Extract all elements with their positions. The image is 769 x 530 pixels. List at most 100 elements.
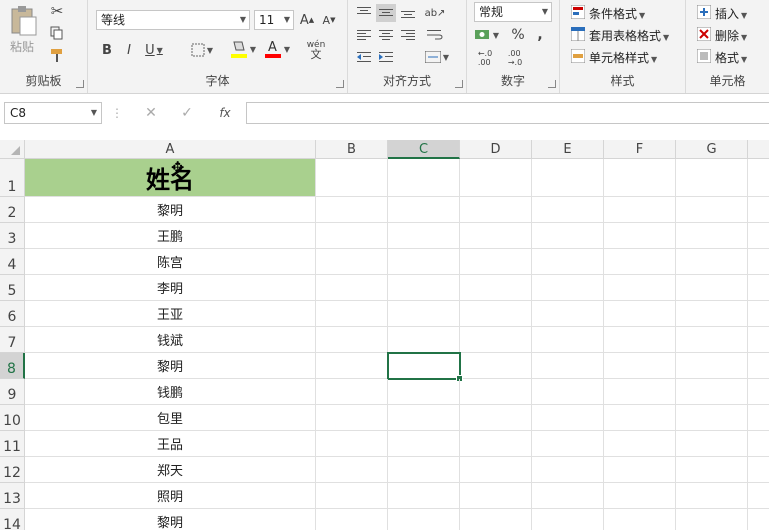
cell-h8[interactable] <box>748 353 769 379</box>
cell-h1[interactable] <box>748 159 769 197</box>
cell-d7[interactable] <box>460 327 532 353</box>
cell-c1[interactable] <box>388 159 460 197</box>
cell-c4[interactable] <box>388 249 460 275</box>
bold-icon[interactable]: B <box>98 40 116 60</box>
cell-d9[interactable] <box>460 379 532 405</box>
cell-c13[interactable] <box>388 483 460 509</box>
cell-e14[interactable] <box>532 509 604 530</box>
row-header-3[interactable]: 3 <box>0 223 25 249</box>
align-center-icon[interactable] <box>376 26 396 44</box>
cell-d2[interactable] <box>460 197 532 223</box>
wrap-text-icon[interactable] <box>424 26 446 44</box>
select-all-corner[interactable] <box>0 140 25 159</box>
cell-h9[interactable] <box>748 379 769 405</box>
format-painter-icon[interactable] <box>48 46 66 64</box>
alignment-launcher-icon[interactable] <box>455 80 463 88</box>
cell-b13[interactable] <box>316 483 388 509</box>
cell-b1[interactable] <box>316 159 388 197</box>
more-options-icon[interactable]: ⋮ <box>111 104 123 122</box>
shrink-font-icon[interactable]: A ▼ <box>320 10 338 30</box>
cell-f7[interactable] <box>604 327 676 353</box>
cell-e8[interactable] <box>532 353 604 379</box>
font-color-icon[interactable]: A ▼ <box>262 38 292 60</box>
cell-b9[interactable] <box>316 379 388 405</box>
phonetic-guide-icon[interactable]: wén 文 <box>302 38 330 62</box>
cell-h2[interactable] <box>748 197 769 223</box>
cell-f12[interactable] <box>604 457 676 483</box>
number-launcher-icon[interactable] <box>548 80 556 88</box>
cell-c2[interactable] <box>388 197 460 223</box>
cell-c9[interactable] <box>388 379 460 405</box>
cell-d8[interactable] <box>460 353 532 379</box>
cell-styles-icon[interactable] <box>570 48 586 64</box>
cell-e11[interactable] <box>532 431 604 457</box>
cell-f9[interactable] <box>604 379 676 405</box>
cell-b6[interactable] <box>316 301 388 327</box>
cell-e3[interactable] <box>532 223 604 249</box>
grow-font-icon[interactable]: A ▲ <box>298 10 316 30</box>
cell-e5[interactable] <box>532 275 604 301</box>
conditional-formatting-button[interactable]: 条件格式 ▼ <box>589 5 645 22</box>
column-header-c[interactable]: C <box>388 140 460 159</box>
cell-g1[interactable] <box>676 159 748 197</box>
cell-d3[interactable] <box>460 223 532 249</box>
delete-cells-button[interactable]: 删除 ▼ <box>715 27 747 44</box>
cell-b4[interactable] <box>316 249 388 275</box>
column-header-b[interactable]: B <box>316 140 388 159</box>
worksheet-grid[interactable]: A B C D E F G 1 姓名 2 黎明 3 王鹏 4 陈宫 5 李明 6 王亚 7 钱斌 8 黎明 9 钱鹏 10 包里 11… <box>0 140 769 530</box>
cell-e2[interactable] <box>532 197 604 223</box>
name-cell[interactable]: 钱斌 <box>25 327 316 353</box>
align-top-icon[interactable] <box>354 4 374 22</box>
number-format-select[interactable]: 常规 ▼ <box>474 2 552 22</box>
row-header-5[interactable]: 5 <box>0 275 25 301</box>
cell-f10[interactable] <box>604 405 676 431</box>
cell-f2[interactable] <box>604 197 676 223</box>
percent-style-icon[interactable]: % <box>509 26 527 44</box>
cell-c5[interactable] <box>388 275 460 301</box>
cell-h5[interactable] <box>748 275 769 301</box>
cell-f6[interactable] <box>604 301 676 327</box>
format-cells-icon[interactable] <box>696 48 712 64</box>
name-box[interactable]: C8 ▼ <box>4 102 102 124</box>
cell-h6[interactable] <box>748 301 769 327</box>
name-cell[interactable]: 李明 <box>25 275 316 301</box>
copy-icon[interactable] <box>48 24 66 42</box>
insert-cells-button[interactable]: 插入 ▼ <box>715 5 747 22</box>
cell-d6[interactable] <box>460 301 532 327</box>
cell-e10[interactable] <box>532 405 604 431</box>
row-header-14[interactable]: 14 <box>0 509 25 530</box>
cell-b2[interactable] <box>316 197 388 223</box>
column-header-stub[interactable] <box>748 140 769 159</box>
cell-c11[interactable] <box>388 431 460 457</box>
cell-h12[interactable] <box>748 457 769 483</box>
cell-h11[interactable] <box>748 431 769 457</box>
cell-e6[interactable] <box>532 301 604 327</box>
cell-g7[interactable] <box>676 327 748 353</box>
cell-d14[interactable] <box>460 509 532 530</box>
accounting-format-icon[interactable]: ▼ <box>473 26 501 44</box>
conditional-formatting-icon[interactable] <box>570 4 586 20</box>
name-cell[interactable]: 黎明 <box>25 509 316 530</box>
cell-b14[interactable] <box>316 509 388 530</box>
cell-h14[interactable] <box>748 509 769 530</box>
cell-f14[interactable] <box>604 509 676 530</box>
cell-d12[interactable] <box>460 457 532 483</box>
cell-c7[interactable] <box>388 327 460 353</box>
align-left-icon[interactable] <box>354 26 374 44</box>
cell-h13[interactable] <box>748 483 769 509</box>
clipboard-launcher-icon[interactable] <box>76 80 84 88</box>
cell-d4[interactable] <box>460 249 532 275</box>
borders-icon[interactable]: ▼ <box>188 40 216 60</box>
cell-f11[interactable] <box>604 431 676 457</box>
row-header-1[interactable]: 1 <box>0 159 25 197</box>
increase-indent-icon[interactable] <box>376 48 396 66</box>
row-header-9[interactable]: 9 <box>0 379 25 405</box>
align-middle-icon[interactable] <box>376 4 396 22</box>
name-cell[interactable]: 黎明 <box>25 353 316 379</box>
align-bottom-icon[interactable] <box>398 4 418 22</box>
row-header-2[interactable]: 2 <box>0 197 25 223</box>
name-cell[interactable]: 黎明 <box>25 197 316 223</box>
cell-g4[interactable] <box>676 249 748 275</box>
cell-e13[interactable] <box>532 483 604 509</box>
cell-e4[interactable] <box>532 249 604 275</box>
